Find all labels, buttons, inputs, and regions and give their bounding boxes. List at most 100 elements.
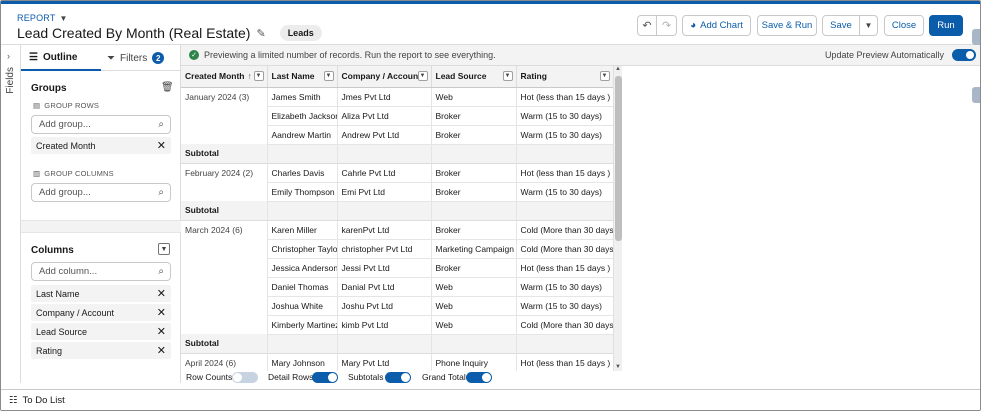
fields-label: Fields [5,67,16,94]
report-preview-table: Created Month ↑ ▼ Last Name ▼ Company / A… [181,66,622,371]
column-chip[interactable]: Company / Account ✕ [31,304,171,321]
subtotal-row: Subtotal [181,144,614,164]
add-chart-button[interactable]: ◕ Add Chart [682,15,751,36]
grand-total-toggle[interactable] [466,372,492,383]
table-scrollbar[interactable]: ▲ ▼ [613,66,622,371]
add-column-input[interactable]: Add column... ⌕ [31,262,171,281]
column-menu-chevron-icon[interactable]: ▼ [323,71,334,81]
lead-source-cell: Marketing Campaign [431,239,517,259]
add-group-columns-input[interactable]: Add group... ⌕ [31,183,171,202]
fields-panel-toggle[interactable]: › Fields [1,45,21,383]
column-menu-chevron-icon[interactable]: ▼ [502,71,513,81]
group-label-cell: February 2024 (2) [181,163,268,201]
row-counts-toggle[interactable] [232,372,258,383]
edit-pencil-icon[interactable]: ✎ [256,27,265,40]
chevron-right-icon: › [7,51,10,61]
column-chip-label: Company / Account [36,307,115,318]
close-icon[interactable]: ✕ [157,306,166,319]
rating-cell: Warm (15 to 30 days) [516,296,614,316]
close-button[interactable]: Close [884,15,924,36]
lead-source-cell: Broker [431,163,517,183]
column-header-lead-source[interactable]: Lead Source ▼ [431,66,517,88]
undo-icon[interactable]: ↶ [637,15,657,36]
report-builder-window: REPORT ▼ Lead Created By Month (Real Est… [0,0,981,411]
company-cell: Emi Pvt Ltd [337,182,432,202]
last-name-cell: Charles Davis [267,163,338,183]
company-cell: Andrew Pvt Ltd [337,125,432,145]
close-icon[interactable]: ✕ [157,325,166,338]
lead-source-cell: Web [431,315,517,335]
detail-rows-toggle[interactable] [312,372,338,383]
column-header-last-name[interactable]: Last Name ▼ [267,66,338,88]
close-icon[interactable]: ✕ [157,344,166,357]
column-menu-chevron-icon[interactable]: ▼ [253,71,264,81]
company-cell: Jessi Pvt Ltd [337,258,432,278]
column-header-created-month[interactable]: Created Month ↑ ▼ [181,66,268,88]
save-menu-chevron-icon[interactable]: ▼ [860,15,878,36]
group-columns-label: ▥ GROUP COLUMNS [33,169,114,178]
side-panel-handle-icon[interactable] [972,29,980,45]
subtotal-row: Subtotal [181,201,614,221]
column-menu-chevron-icon[interactable]: ▼ [599,71,610,81]
save-and-run-button[interactable]: Save & Run [757,15,817,36]
column-header-company[interactable]: Company / Account ▼ [337,66,432,88]
preview-notice-bar: ✓ Previewing a limited number of records… [181,45,980,66]
add-group-rows-input[interactable]: Add group... ⌕ [31,115,171,134]
group-row-chip[interactable]: Created Month ✕ [31,137,171,154]
scroll-up-icon[interactable]: ▲ [615,66,621,72]
search-icon: ⌕ [158,119,164,130]
to-do-list-item[interactable]: ☷ To Do List [9,395,65,406]
column-chip[interactable]: Last Name ✕ [31,285,171,302]
close-icon[interactable]: ✕ [157,139,166,152]
rating-cell: Warm (15 to 30 days) [516,106,614,126]
table-body: January 2024 (3) James Smith Jmes Pvt Ltd W… [181,87,614,371]
company-cell: Danial Pvt Ltd [337,277,432,297]
close-icon[interactable]: ✕ [157,287,166,300]
auto-update-toggle[interactable] [952,49,976,61]
subtotal-cell [431,201,517,221]
save-button[interactable]: Save [822,15,860,36]
subtotal-label: Subtotal [181,334,268,354]
subtotal-label: Subtotal [181,144,268,164]
last-name-cell: Karen Miller [267,220,338,240]
chevron-down-icon: ▼ [59,13,68,23]
column-chip[interactable]: Rating ✕ [31,342,171,359]
rating-cell: Warm (15 to 30 days) [516,277,614,297]
redo-icon[interactable]: ↷ [657,15,677,36]
lead-source-cell: Broker [431,106,517,126]
last-name-cell: Daniel Thomas [267,277,338,297]
subtotals-toggle[interactable] [385,372,411,383]
subtotal-cell [267,201,338,221]
tab-outline[interactable]: ☰ Outline [21,45,101,71]
lead-source-cell: Broker [431,125,517,145]
column-chip-label: Lead Source [36,326,88,337]
scroll-down-icon[interactable]: ▼ [615,364,621,370]
add-chart-label: Add Chart [700,20,743,31]
save-button-group: Save ▼ [822,15,878,36]
scrollbar-thumb[interactable] [615,76,622,241]
tab-filters[interactable]: ⏷ Filters 2 [107,45,181,71]
column-chip[interactable]: Lead Source ✕ [31,323,171,340]
last-name-cell: Jessica Anderson [267,258,338,278]
run-button[interactable]: Run [929,15,963,36]
row-counts-label: Row Counts [186,372,233,382]
trash-icon[interactable]: 🗑 [161,82,174,93]
last-name-cell: Aandrew Martin [267,125,338,145]
check-circle-icon: ✓ [189,50,199,60]
group-label-cell: March 2024 (6) [181,220,268,334]
group-label-cell: January 2024 (3) [181,87,268,144]
side-panel-handle-icon[interactable] [972,87,980,103]
subtotal-cell [431,334,517,354]
company-cell: Mary Pvt Ltd [337,353,432,371]
subtotal-cell [337,334,432,354]
column-menu-chevron-icon[interactable]: ▼ [417,71,428,81]
columns-menu-chevron-icon[interactable]: ▼ [158,243,170,255]
column-header-rating[interactable]: Rating ▼ [516,66,614,88]
subtotals-label: Subtotals [348,372,384,382]
report-type-pill: Leads [279,25,322,41]
report-type-menu[interactable]: REPORT ▼ [17,13,68,23]
company-cell: Aliza Pvt Ltd [337,106,432,126]
last-name-cell: Emily Thompson [267,182,338,202]
subtotal-cell [516,144,614,164]
sort-ascending-icon[interactable]: ↑ [248,71,252,81]
